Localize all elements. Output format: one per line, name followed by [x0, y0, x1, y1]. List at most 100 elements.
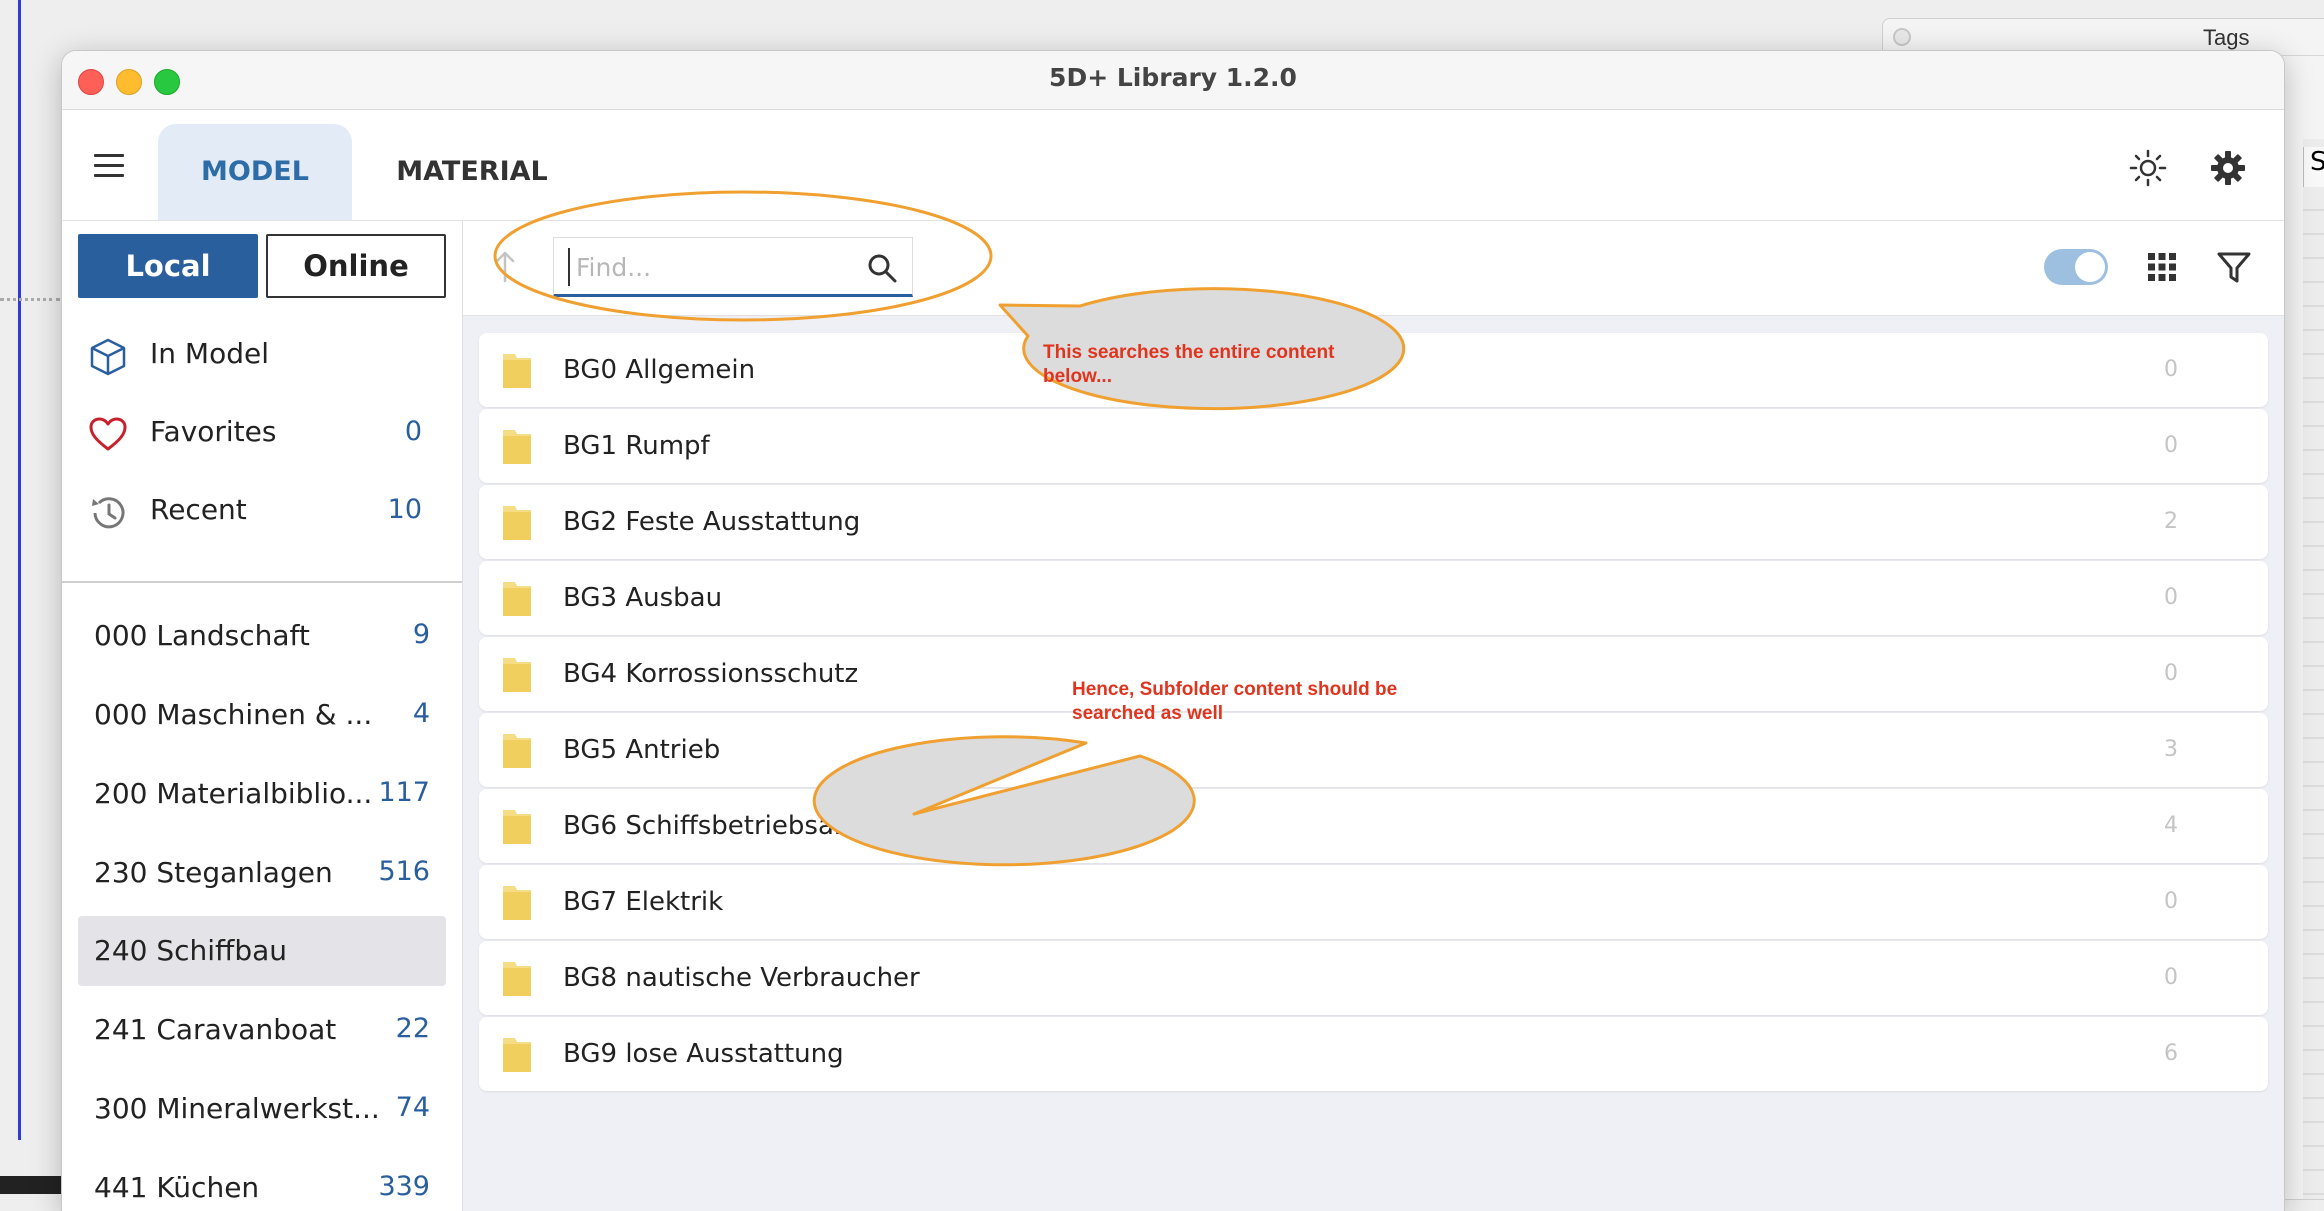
category-count: 9 [412, 619, 430, 650]
folder-icon [503, 734, 531, 768]
background-strip [0, 1176, 64, 1194]
folder-icon [503, 658, 531, 692]
folder-row[interactable]: BG2 Feste Ausstattung 2 [479, 485, 2268, 559]
folder-label: BG0 Allgemein [563, 355, 756, 385]
folder-icon [503, 810, 531, 844]
folder-icon [503, 354, 531, 388]
category-item[interactable]: 230 Steganlagen 516 [78, 838, 446, 908]
category-item[interactable]: 441 Küchen 339 [78, 1153, 446, 1211]
tab-model[interactable]: MODEL [158, 124, 352, 220]
category-item-selected[interactable]: 240 Schiffbau [78, 916, 446, 986]
folder-row[interactable]: BG8 nautische Verbraucher 0 [479, 941, 2268, 1015]
folder-icon [503, 1038, 531, 1072]
tab-material[interactable]: MATERIAL [372, 124, 572, 220]
folder-label: BG2 Feste Ausstattung [563, 507, 861, 537]
folder-label: BG1 Rumpf [563, 431, 710, 461]
category-label: 230 Steganlagen [94, 856, 333, 889]
top-bar: MODEL MATERIAL [62, 110, 2284, 221]
folder-row[interactable]: BG0 Allgemein 0 [479, 333, 2268, 407]
category-count: 74 [395, 1092, 430, 1123]
category-item[interactable]: 300 Mineralwerkst... 74 [78, 1074, 446, 1144]
folder-row[interactable]: BG7 Elektrik 0 [479, 865, 2268, 939]
folder-icon [503, 582, 531, 616]
category-item[interactable]: 000 Maschinen & ... 4 [78, 680, 446, 750]
callout-text-2: Hence, Subfolder content should be searc… [1072, 679, 1398, 724]
heart-icon [89, 417, 127, 451]
background-dotted-line [0, 298, 60, 301]
history-icon [92, 497, 125, 529]
nav-count: 10 [387, 494, 422, 525]
tags-close-icon[interactable] [1893, 28, 1911, 46]
folder-label: BG9 lose Ausstattung [563, 1039, 844, 1069]
category-count: 516 [378, 856, 430, 887]
category-label: 200 Materialbiblio... [94, 777, 373, 810]
folder-icon [503, 506, 531, 540]
folder-icon [503, 962, 531, 996]
folder-row[interactable]: BG1 Rumpf 0 [479, 409, 2268, 483]
nav-label: Recent [150, 493, 247, 526]
window-title: 5D+ Library 1.2.0 [1049, 63, 1297, 92]
toolbar [463, 221, 2284, 316]
nav-label: In Model [150, 337, 269, 370]
nav-favorites[interactable]: Favorites 0 [62, 399, 462, 469]
grid-view-icon[interactable] [2146, 251, 2178, 283]
folder-label: BG4 Korrossionsschutz [563, 659, 859, 689]
category-count: 4 [412, 698, 430, 729]
nav-recent[interactable]: Recent 10 [62, 477, 462, 547]
search-box[interactable] [553, 237, 913, 297]
cube-icon [90, 338, 126, 376]
category-count: 22 [395, 1013, 430, 1044]
sun-icon[interactable] [2128, 148, 2168, 188]
category-item[interactable]: 000 Landschaft 9 [78, 601, 446, 671]
category-item[interactable]: 241 Caravanboat 22 [78, 995, 446, 1065]
category-count: 339 [378, 1171, 430, 1202]
online-button[interactable]: Online [266, 234, 446, 298]
gear-icon[interactable] [2208, 148, 2248, 188]
folder-count: 6 [2164, 1041, 2178, 1066]
folder-icon [503, 430, 531, 464]
arrow-up-icon[interactable] [493, 247, 517, 287]
filter-icon[interactable] [2216, 249, 2252, 285]
nav-count: 0 [404, 416, 422, 447]
category-label: 441 Küchen [94, 1171, 260, 1204]
folder-count: 0 [2164, 585, 2178, 610]
nav-in-model[interactable]: In Model [62, 321, 462, 391]
titlebar[interactable]: 5D+ Library 1.2.0 [62, 51, 2284, 110]
folder-icon [503, 886, 531, 920]
folder-count: 3 [2164, 737, 2178, 762]
view-toggle[interactable] [2044, 249, 2108, 285]
folder-row[interactable]: BG6 Schiffsbetriebsanlagen 4 [479, 789, 2268, 863]
toggle-knob [2075, 252, 2105, 282]
sidebar: Local Online In Model Favorites 0 Recent… [62, 221, 463, 1211]
folder-count: 0 [2164, 965, 2178, 990]
category-count: 117 [378, 777, 430, 808]
search-input[interactable] [568, 248, 858, 286]
folder-label: BG3 Ausbau [563, 583, 723, 613]
sidebar-divider [62, 581, 462, 583]
nav-label: Favorites [150, 415, 277, 448]
local-button[interactable]: Local [78, 234, 258, 298]
folder-count: 2 [2164, 509, 2178, 534]
tags-edge-letter: S [2303, 147, 2324, 187]
folder-count: 0 [2164, 357, 2178, 382]
folder-count: 0 [2164, 889, 2178, 914]
category-label: 300 Mineralwerkst... [94, 1092, 380, 1125]
callout-text-1: This searches the entire content below..… [1043, 342, 1335, 387]
folder-count: 0 [2164, 661, 2178, 686]
menu-icon[interactable] [94, 154, 124, 184]
category-item[interactable]: 200 Materialbiblio... 117 [78, 759, 446, 829]
search-icon[interactable] [866, 252, 898, 284]
folder-label: BG8 nautische Verbraucher [563, 963, 920, 993]
folder-count: 4 [2164, 813, 2178, 838]
folder-label: BG7 Elektrik [563, 887, 724, 917]
app-window: 5D+ Library 1.2.0 MODEL MATERIAL Local O… [62, 51, 2284, 1211]
folder-row[interactable]: BG3 Ausbau 0 [479, 561, 2268, 635]
background-line [18, 0, 21, 1140]
category-label: 000 Maschinen & ... [94, 698, 373, 731]
tags-column [2303, 139, 2324, 1199]
folder-count: 0 [2164, 433, 2178, 458]
folder-label: BG6 Schiffsbetriebsanlagen [563, 811, 923, 841]
category-label: 240 Schiffbau [94, 934, 288, 967]
category-label: 000 Landschaft [94, 619, 310, 652]
folder-row[interactable]: BG9 lose Ausstattung 6 [479, 1017, 2268, 1091]
